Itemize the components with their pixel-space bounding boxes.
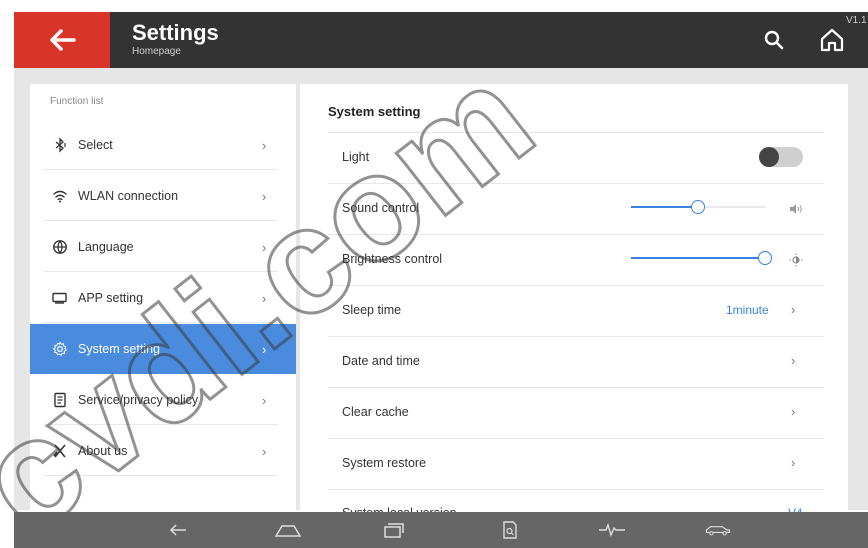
sidebar-item-label: Service/privacy policy xyxy=(78,393,199,407)
light-toggle[interactable] xyxy=(759,147,803,167)
sleep-time-row[interactable]: Sleep time 1minute › xyxy=(328,285,824,336)
sidebar: Function list Select › WLAN connection ›… xyxy=(30,84,296,524)
sidebar-item-label: Language xyxy=(78,240,134,254)
sidebar-item-label: System setting xyxy=(78,342,160,356)
sidebar-item-system-setting[interactable]: System setting › xyxy=(30,324,296,374)
about-icon xyxy=(52,443,68,459)
brightness-control-label: Brightness control xyxy=(342,252,443,266)
chevron-right-icon: › xyxy=(791,455,796,470)
gear-icon xyxy=(52,341,68,357)
clear-cache-row[interactable]: Clear cache › xyxy=(328,387,824,438)
brightness-icon xyxy=(788,252,804,268)
home-button[interactable] xyxy=(818,26,846,54)
back-button[interactable] xyxy=(14,12,110,68)
sidebar-item-select[interactable]: Select › xyxy=(30,120,296,170)
slider-thumb[interactable] xyxy=(758,251,772,265)
date-time-row[interactable]: Date and time › xyxy=(328,336,824,387)
page-title: Settings xyxy=(132,20,219,45)
toggle-knob xyxy=(759,147,779,167)
sleep-time-label: Sleep time xyxy=(342,303,402,317)
sidebar-item-label: APP setting xyxy=(78,291,144,305)
light-label: Light xyxy=(342,150,370,164)
search-doc-icon xyxy=(503,521,517,539)
sidebar-item-label: WLAN connection xyxy=(78,189,179,203)
document-icon xyxy=(52,392,68,408)
chevron-right-icon: › xyxy=(262,137,267,153)
arrow-left-icon xyxy=(50,29,76,51)
nav-search-doc-button[interactable] xyxy=(496,518,524,542)
sidebar-header: Function list xyxy=(50,96,104,107)
home-icon xyxy=(274,525,302,537)
slider-thumb[interactable] xyxy=(691,200,705,214)
sidebar-item-label: About us xyxy=(78,444,128,458)
system-setting-panel: System setting Light Sound control Brigh… xyxy=(300,84,848,524)
chevron-right-icon: › xyxy=(262,392,267,408)
chevron-right-icon: › xyxy=(262,443,267,459)
system-restore-label: System restore xyxy=(342,456,427,470)
pulse-icon xyxy=(599,522,625,538)
sound-control-row: Sound control xyxy=(328,183,824,234)
chevron-right-icon: › xyxy=(791,302,796,317)
nav-home-button[interactable] xyxy=(274,518,302,542)
chevron-right-icon: › xyxy=(262,341,267,357)
search-icon xyxy=(764,30,784,50)
chevron-right-icon: › xyxy=(791,353,796,368)
nav-car-button[interactable] xyxy=(704,518,732,542)
bluetooth-icon xyxy=(52,137,68,153)
light-row: Light xyxy=(328,132,824,183)
nav-recent-apps-button[interactable] xyxy=(380,518,408,542)
globe-icon xyxy=(52,239,68,255)
brightness-slider[interactable] xyxy=(631,251,772,265)
slider-fill xyxy=(631,257,765,259)
chevron-right-icon: › xyxy=(262,239,267,255)
car-icon xyxy=(705,526,731,536)
sidebar-item-app-setting[interactable]: APP setting › xyxy=(30,273,296,323)
sound-slider[interactable] xyxy=(631,200,765,214)
sidebar-item-about-us[interactable]: About us › xyxy=(30,426,296,476)
back-icon xyxy=(169,524,186,536)
brightness-control-row: Brightness control xyxy=(328,234,824,285)
system-restore-row[interactable]: System restore › xyxy=(328,438,824,489)
version-tag: V1.1 xyxy=(846,15,867,26)
sidebar-item-service-policy[interactable]: Service/privacy policy › xyxy=(30,375,296,425)
chevron-right-icon: › xyxy=(791,404,796,419)
sound-control-label: Sound control xyxy=(342,201,420,215)
app-icon xyxy=(52,290,68,306)
slider-fill xyxy=(631,206,698,208)
sidebar-item-wlan[interactable]: WLAN connection › xyxy=(30,171,296,221)
chevron-right-icon: › xyxy=(262,188,267,204)
sidebar-item-language[interactable]: Language › xyxy=(30,222,296,272)
system-navigation-bar xyxy=(14,512,868,548)
date-time-label: Date and time xyxy=(342,354,420,368)
recent-apps-icon xyxy=(384,523,404,538)
top-bar: Settings Homepage V1.1 xyxy=(14,12,868,68)
chevron-right-icon: › xyxy=(262,290,267,306)
home-icon xyxy=(820,28,844,52)
panel-title: System setting xyxy=(328,104,421,119)
speaker-icon xyxy=(788,201,804,217)
sidebar-item-label: Select xyxy=(78,138,113,152)
clear-cache-label: Clear cache xyxy=(342,405,409,419)
nav-back-button[interactable] xyxy=(164,518,192,542)
wifi-icon xyxy=(52,188,68,204)
search-button[interactable] xyxy=(762,28,786,52)
page-subtitle: Homepage xyxy=(132,46,181,57)
sleep-time-value: 1minute xyxy=(726,303,769,317)
nav-pulse-button[interactable] xyxy=(598,518,626,542)
